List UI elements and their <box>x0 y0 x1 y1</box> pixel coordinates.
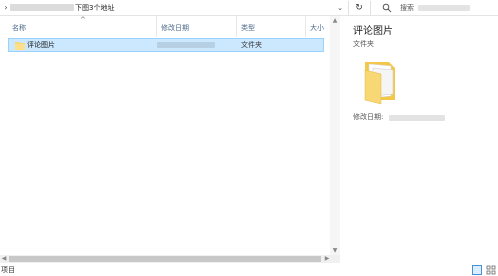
details-title: 评论图片 <box>353 26 393 37</box>
search-icon <box>382 3 392 13</box>
chevron-down-icon[interactable]: ⌄ <box>335 3 345 13</box>
column-header-row: ^ 名称 修改日期 类型 大小 <box>0 16 330 37</box>
file-list: ^ 名称 修改日期 类型 大小 评论图片 文件夹 ▲ ▼ ◀ ▶ <box>0 16 340 264</box>
scroll-left-icon[interactable]: ◀ <box>0 254 8 264</box>
details-subtitle: 文件夹 <box>353 40 374 48</box>
status-item-count: 项目 <box>1 266 15 274</box>
column-header-size[interactable]: 大小 <box>305 16 330 37</box>
vertical-scrollbar[interactable]: ▲ ▼ <box>330 16 340 256</box>
large-icons-view-icon[interactable] <box>486 265 496 275</box>
status-bar: 项目 <box>0 264 498 276</box>
file-name: 评论图片 <box>27 41 55 49</box>
divider <box>348 1 349 15</box>
refresh-icon[interactable]: ↻ <box>352 2 366 14</box>
horizontal-scrollbar[interactable]: ◀ ▶ <box>0 255 340 263</box>
divider <box>370 1 371 15</box>
chevron-right-icon[interactable]: › <box>2 3 10 13</box>
search-input[interactable]: 搜索 <box>378 1 498 15</box>
details-modified-label: 修改日期: <box>353 113 384 121</box>
details-view-icon[interactable] <box>472 265 482 275</box>
column-header-name[interactable]: 名称 <box>8 16 156 37</box>
redacted-path <box>10 4 74 11</box>
redacted-search-scope <box>418 5 470 11</box>
redacted-date <box>157 42 215 48</box>
scroll-right-icon[interactable]: ▶ <box>323 254 331 264</box>
file-row[interactable]: 评论图片 文件夹 <box>8 38 324 52</box>
horizontal-scroll-thumb[interactable] <box>9 256 321 262</box>
details-pane: 评论图片 文件夹 修改日期: <box>347 16 498 264</box>
column-header-date-modified[interactable]: 修改日期 <box>156 16 236 37</box>
address-path[interactable]: 下图3个地址 <box>75 3 114 13</box>
large-folder-icon <box>364 62 395 105</box>
scroll-up-icon[interactable]: ▲ <box>330 16 340 26</box>
address-toolbar: › 下图3个地址 ⌄ ↻ 搜索 <box>0 0 498 16</box>
file-type: 文件夹 <box>241 41 262 49</box>
folder-icon <box>15 42 25 50</box>
column-header-type[interactable]: 类型 <box>236 16 305 37</box>
redacted-modified-date <box>389 115 445 121</box>
search-placeholder: 搜索 <box>400 4 414 12</box>
